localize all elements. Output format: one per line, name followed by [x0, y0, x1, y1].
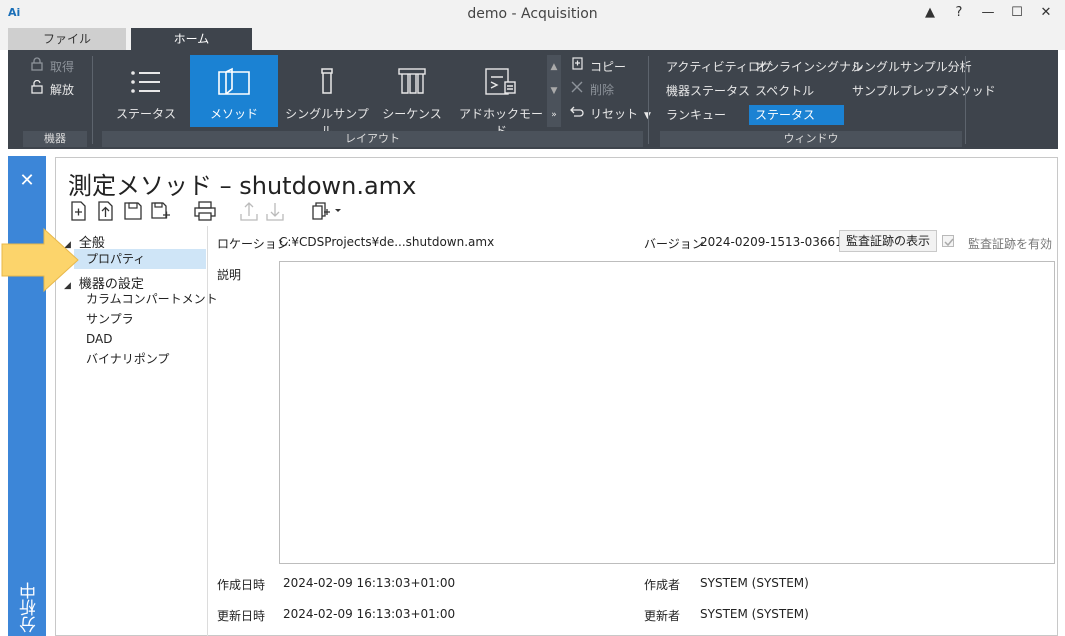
tree-item-properties[interactable]: プロパティ	[74, 249, 206, 269]
created-value: 2024-02-09 16:13:03+01:00	[283, 576, 456, 590]
adhoc-mode-button[interactable]: アドホックモード	[458, 55, 544, 138]
save-icon[interactable]	[122, 200, 146, 224]
single-sample-button[interactable]: シングルサンプル	[282, 55, 372, 138]
sequence-button[interactable]: シーケンス	[374, 55, 450, 127]
tree-item-column-compartment[interactable]: カラムコンパートメント	[86, 289, 218, 309]
lock-icon	[28, 57, 46, 77]
tree-item-dad[interactable]: DAD	[86, 329, 112, 349]
ribbon-tabs: ファイル ホーム	[0, 26, 1065, 50]
import-file-icon[interactable]	[95, 200, 119, 224]
acquire-button[interactable]: 取得	[28, 57, 74, 77]
unlock-icon	[28, 79, 46, 100]
scroll-up-icon[interactable]: ▲	[547, 55, 561, 79]
updated-value: 2024-02-09 16:13:03+01:00	[283, 607, 456, 621]
close-icon[interactable]: ✕	[1032, 3, 1060, 23]
book-icon	[190, 67, 278, 97]
delete-button[interactable]: 削除	[568, 80, 614, 100]
ribbon-separator	[92, 56, 93, 144]
scroll-down-icon[interactable]: ▼	[547, 79, 561, 103]
method-button[interactable]: メソッド	[190, 55, 278, 127]
add-module-dropdown-icon[interactable]	[310, 200, 346, 224]
reset-button[interactable]: リセット▼	[568, 104, 651, 124]
device-group-label: 機器	[23, 131, 87, 147]
creator-value: SYSTEM (SYSTEM)	[700, 576, 809, 590]
window-status[interactable]: ステータス	[749, 105, 844, 125]
print-icon[interactable]	[193, 200, 217, 224]
window-run-queue[interactable]: ランキュー	[666, 105, 726, 125]
window-title: demo - Acquisition	[467, 6, 598, 22]
help-icon[interactable]: ?	[945, 3, 973, 23]
ribbon-separator	[648, 56, 649, 144]
description-label: 説明	[217, 268, 242, 282]
vials-icon	[374, 67, 450, 97]
collapse-ribbon-icon[interactable]: ▲	[916, 3, 944, 23]
window-sample-prep-method[interactable]: サンプルプレップメソッド	[852, 81, 996, 101]
version-label: バージョン	[644, 237, 704, 251]
status-button[interactable]: ステータス	[108, 55, 184, 127]
new-file-icon[interactable]	[68, 200, 92, 224]
release-button[interactable]: 解放	[28, 79, 74, 100]
ribbon-separator	[965, 56, 966, 144]
location-value: C:¥CDSProjects¥de...shutdown.amx	[279, 235, 495, 249]
save-as-icon[interactable]	[149, 200, 173, 224]
updater-value: SYSTEM (SYSTEM)	[700, 607, 809, 621]
description-input[interactable]	[279, 261, 1055, 564]
method-panel: 測定メソッド – shutdown.amx ◢ 全般 プロパティ ◢ 機器の設定…	[55, 157, 1058, 636]
window-device-status[interactable]: 機器ステータス	[666, 81, 750, 101]
list-icon	[108, 67, 184, 97]
copy-button[interactable]: コピー	[568, 57, 626, 77]
dock-close-icon[interactable]: ✕	[8, 170, 46, 191]
upload-icon	[238, 200, 262, 224]
tab-home[interactable]: ホーム	[131, 28, 252, 50]
dock-label: 分析中	[20, 582, 40, 633]
tree-item-binary-pump[interactable]: バイナリポンプ	[86, 349, 169, 369]
version-value: 2024-0209-1513-03661	[700, 235, 843, 249]
ribbon: 取得 解放 機器 ステータス メソッド シングルサンプル シーケンス	[8, 50, 1058, 149]
maximize-icon[interactable]: ☐	[1003, 3, 1031, 23]
updater-label: 更新者	[644, 609, 681, 623]
ribbon-scroll[interactable]: ▲ ▼ »	[547, 55, 561, 127]
show-audit-trail-button[interactable]: 監査証跡の表示	[839, 230, 938, 252]
audit-enabled-label: 監査証跡を有効	[968, 237, 1053, 251]
delete-icon	[568, 80, 586, 100]
expand-icon[interactable]: »	[547, 103, 561, 127]
vial-icon	[282, 67, 372, 97]
copy-icon	[568, 57, 586, 77]
creator-label: 作成者	[644, 578, 681, 592]
audit-enabled-checkbox[interactable]	[942, 235, 954, 247]
minimize-icon[interactable]: —	[974, 3, 1002, 23]
layout-group-label: レイアウト	[102, 131, 643, 147]
page-title: 測定メソッド – shutdown.amx	[68, 172, 417, 200]
adhoc-icon	[458, 67, 544, 97]
window-group-label: ウィンドウ	[660, 131, 962, 147]
undo-icon	[568, 104, 586, 124]
highlight-arrow-icon	[0, 227, 80, 293]
properties-pane: ロケーション C:¥CDSProjects¥de...shutdown.amx …	[209, 226, 1057, 636]
location-label: ロケーション	[217, 237, 289, 251]
tab-file[interactable]: ファイル	[8, 28, 126, 50]
window-online-signal[interactable]: オンラインシグナル	[755, 57, 863, 77]
download-icon	[264, 200, 288, 224]
window-single-sample-analysis[interactable]: シングルサンプル分析	[852, 57, 972, 77]
tree-item-sampler[interactable]: サンプラ	[86, 309, 134, 329]
created-label: 作成日時	[217, 578, 266, 592]
updated-label: 更新日時	[217, 609, 266, 623]
title-bar: Ai demo - Acquisition ▲ ? — ☐ ✕	[0, 0, 1065, 26]
window-spectrum[interactable]: スペクトル	[755, 81, 814, 101]
